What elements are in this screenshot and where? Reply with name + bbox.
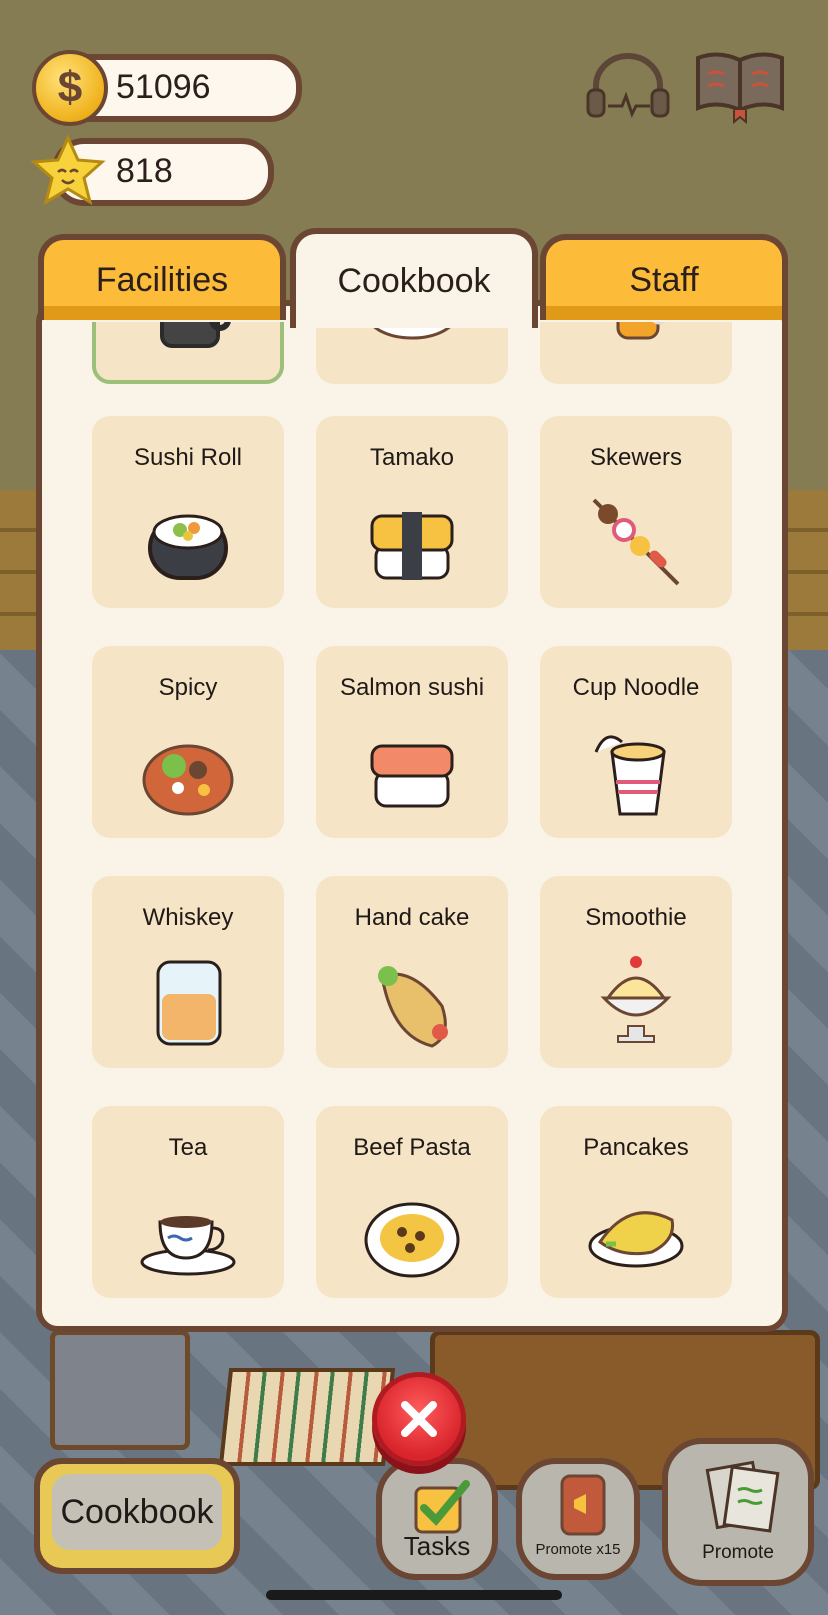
recipe-card[interactable]: Smoothie xyxy=(540,876,732,1068)
flyer-papers-icon xyxy=(705,1460,780,1533)
promote-button[interactable]: Promote xyxy=(662,1438,814,1586)
megaphone-phone-icon xyxy=(560,1474,606,1536)
tab-cookbook[interactable]: Cookbook xyxy=(290,228,538,328)
recipe-name: Cup Noodle xyxy=(572,674,700,701)
star-value: 818 xyxy=(116,152,173,190)
coin-value: 51096 xyxy=(116,68,211,106)
home-indicator[interactable] xyxy=(266,1590,562,1600)
promote-label: Promote xyxy=(702,1542,774,1563)
omelette-icon xyxy=(588,1211,684,1268)
sundae-icon xyxy=(600,956,672,1043)
recipe-name: Salmon sushi xyxy=(339,674,485,701)
background-shelf xyxy=(50,1330,190,1450)
recipe-card[interactable]: Beef Pasta xyxy=(316,1106,508,1298)
recipe-card-partial[interactable] xyxy=(92,322,284,384)
headset-icon[interactable] xyxy=(584,50,672,122)
recipe-name: Spicy xyxy=(158,674,218,701)
pasta-plate-icon xyxy=(364,1202,460,1278)
tamago-sushi-icon xyxy=(370,512,454,580)
recipe-card[interactable]: Tea xyxy=(92,1106,284,1298)
checkmark-icon xyxy=(414,1480,470,1534)
smiling-star-icon xyxy=(30,134,106,206)
wrap-icon xyxy=(378,966,448,1048)
promote-x15-label: Promote x15 xyxy=(535,1541,621,1558)
recipe-card-partial[interactable] xyxy=(540,322,732,384)
cookbook-button-label: Cookbook xyxy=(60,1492,214,1531)
beer-mug-icon xyxy=(616,322,666,340)
cup-noodle-icon xyxy=(594,735,666,816)
tab-staff[interactable]: Staff xyxy=(540,234,788,320)
open-book-icon[interactable] xyxy=(694,46,786,124)
recipe-grid[interactable]: Sushi Roll Tamako Skewers Spicy Salmon s… xyxy=(42,322,782,1322)
recipe-card[interactable]: Spicy xyxy=(92,646,284,838)
recipe-name: Hand cake xyxy=(354,904,470,931)
dumpling-plate-icon xyxy=(367,322,457,340)
recipe-card[interactable]: Salmon sushi xyxy=(316,646,508,838)
recipe-card[interactable]: Whiskey xyxy=(92,876,284,1068)
tab-cookbook-label: Cookbook xyxy=(337,261,491,300)
tasks-label: Tasks xyxy=(403,1531,471,1561)
sushi-roll-icon xyxy=(148,514,228,580)
whiskey-glass-icon xyxy=(156,960,222,1046)
recipe-card[interactable]: Tamako xyxy=(316,416,508,608)
dollar-coin-icon: $ xyxy=(32,50,108,126)
recipe-card[interactable]: Skewers xyxy=(540,416,732,608)
cup-icon xyxy=(160,322,231,348)
recipe-name: Sushi Roll xyxy=(133,444,243,471)
recipe-name: Tea xyxy=(168,1134,208,1161)
skewer-icon xyxy=(592,498,680,586)
tab-staff-label: Staff xyxy=(629,260,699,299)
promote-x15-button[interactable]: Promote x15 xyxy=(516,1458,640,1580)
cookbook-button[interactable]: Cookbook xyxy=(34,1458,240,1574)
recipe-card[interactable]: Pancakes xyxy=(540,1106,732,1298)
salmon-sushi-icon xyxy=(370,744,454,808)
spicy-bowl-icon xyxy=(142,744,234,816)
recipe-name: Pancakes xyxy=(583,1134,689,1161)
recipe-card[interactable]: Hand cake xyxy=(316,876,508,1068)
recipe-name: Smoothie xyxy=(585,904,687,931)
recipe-card-partial[interactable] xyxy=(316,322,508,384)
background-rug xyxy=(218,1368,396,1466)
close-icon xyxy=(401,1401,437,1437)
recipe-card[interactable]: Cup Noodle xyxy=(540,646,732,838)
tab-facilities[interactable]: Facilities xyxy=(38,234,286,320)
tasks-button[interactable]: Tasks xyxy=(376,1458,498,1580)
teacup-icon xyxy=(140,1216,236,1276)
recipe-card[interactable]: Sushi Roll xyxy=(92,416,284,608)
recipe-name: Whiskey xyxy=(142,904,234,931)
close-button[interactable] xyxy=(372,1372,466,1466)
recipe-name: Skewers xyxy=(589,444,683,471)
tab-facilities-label: Facilities xyxy=(95,260,229,299)
recipe-name: Tamako xyxy=(369,444,455,471)
recipe-name: Beef Pasta xyxy=(353,1134,471,1161)
